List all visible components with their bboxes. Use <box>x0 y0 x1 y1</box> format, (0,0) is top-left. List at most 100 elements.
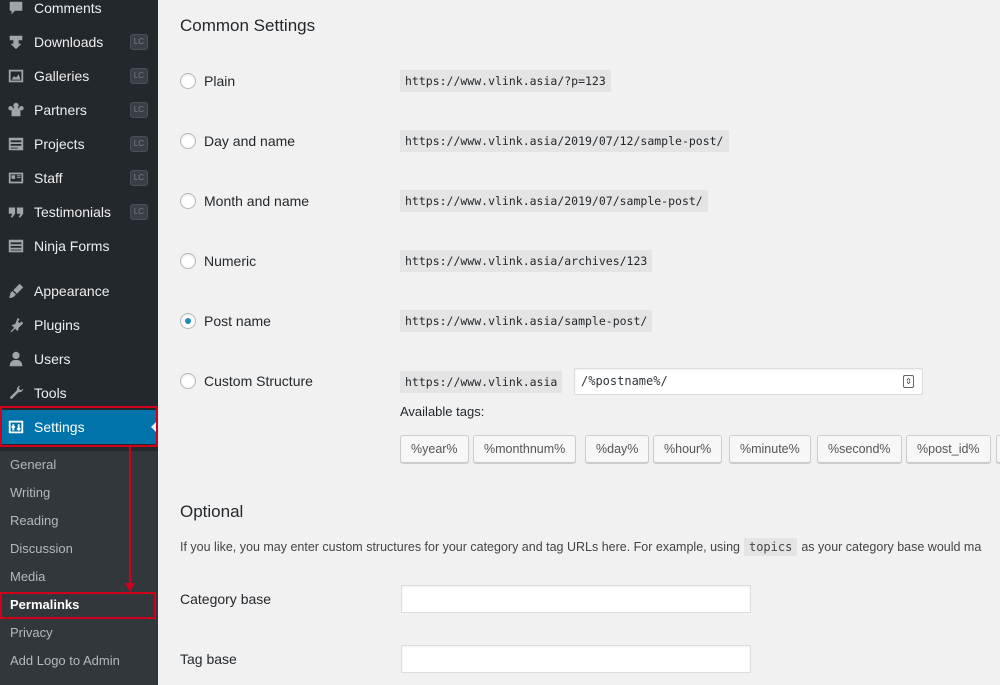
option-custom-structure[interactable]: Custom Structure <box>180 371 400 391</box>
menu-partners[interactable]: Partners LC <box>0 93 158 127</box>
forms-icon <box>6 236 26 256</box>
menu-projects[interactable]: Projects LC <box>0 127 158 161</box>
tag-more-button[interactable] <box>996 435 1000 463</box>
menu-label: Users <box>34 351 71 367</box>
menu-comments[interactable]: Comments <box>0 0 158 25</box>
menu-label: Comments <box>34 0 102 16</box>
available-tags-label: Available tags: <box>400 404 485 419</box>
example-url: https://www.vlink.asia/2019/07/12/sample… <box>400 130 729 152</box>
menu-label: Downloads <box>34 34 104 50</box>
menu-label: Testimonials <box>34 204 112 220</box>
tag-hour-button[interactable]: %hour% <box>653 435 723 463</box>
menu-plugins[interactable]: Plugins <box>0 308 158 342</box>
tag-base-label: Tag base <box>180 651 237 667</box>
downloads-icon <box>6 32 26 52</box>
lc-badge: LC <box>129 136 148 152</box>
custom-structure-prefix: https://www.vlink.asia <box>400 371 563 393</box>
tag-base-input[interactable] <box>401 645 751 673</box>
radio-numeric[interactable] <box>180 253 196 269</box>
input-helper-icon[interactable]: ⇕ <box>903 375 914 388</box>
category-base-input[interactable] <box>401 585 751 613</box>
menu-users[interactable]: Users <box>0 342 158 376</box>
tag-year-button[interactable]: %year% <box>400 435 469 463</box>
submenu-permalinks[interactable]: Permalinks <box>0 591 158 619</box>
submenu-add-logo[interactable]: Add Logo to Admin <box>0 647 158 675</box>
submenu-privacy[interactable]: Privacy <box>0 619 158 647</box>
menu-testimonials[interactable]: Testimonials LC <box>0 195 158 229</box>
radio-custom-structure[interactable] <box>180 373 196 389</box>
option-day-name[interactable]: Day and name <box>180 131 400 151</box>
example-url: https://www.vlink.asia/2019/07/sample-po… <box>400 190 708 212</box>
menu-label: Galleries <box>34 68 90 84</box>
partners-icon <box>6 100 26 120</box>
option-post-name[interactable]: Post name <box>180 311 400 331</box>
menu-label: Staff <box>34 170 63 186</box>
menu-downloads[interactable]: Downloads LC <box>0 25 158 59</box>
menu-appearance[interactable]: Appearance <box>0 274 158 308</box>
menu-label: Plugins <box>34 317 80 333</box>
option-label: Post name <box>204 313 271 329</box>
tag-day-button[interactable]: %day% <box>585 435 650 463</box>
example-url: https://www.vlink.asia/?p=123 <box>400 70 611 92</box>
annotation-arrow-line <box>129 447 131 584</box>
menu-label: Ninja Forms <box>34 238 110 254</box>
lc-badge: LC <box>129 68 148 84</box>
tools-icon <box>6 383 26 403</box>
menu-label: Appearance <box>34 283 110 299</box>
radio-month-name[interactable] <box>180 193 196 209</box>
desc-text-before: If you like, you may enter custom struct… <box>180 540 740 554</box>
custom-structure-input[interactable]: /%postname%/ ⇕ <box>574 368 923 395</box>
radio-plain[interactable] <box>180 73 196 89</box>
desc-code-topics: topics <box>743 538 798 556</box>
appearance-icon <box>6 281 26 301</box>
option-month-name[interactable]: Month and name <box>180 191 400 211</box>
menu-tools[interactable]: Tools <box>0 376 158 410</box>
plugins-icon <box>6 315 26 335</box>
menu-label: Settings <box>34 419 85 435</box>
staff-icon <box>6 168 26 188</box>
lc-badge: LC <box>129 204 148 220</box>
menu-label: Partners <box>34 102 87 118</box>
submenu-reading[interactable]: Reading <box>0 507 158 535</box>
menu-galleries[interactable]: Galleries LC <box>0 59 158 93</box>
category-base-label: Category base <box>180 591 272 607</box>
submenu-writing[interactable]: Writing <box>0 479 158 507</box>
lc-badge: LC <box>129 34 148 50</box>
option-numeric[interactable]: Numeric <box>180 251 400 271</box>
custom-structure-value: /%postname%/ <box>581 374 668 388</box>
option-label: Numeric <box>204 253 257 269</box>
menu-label: Tools <box>34 385 67 401</box>
tag-second-button[interactable]: %second% <box>817 435 902 463</box>
option-label: Day and name <box>204 133 296 149</box>
lc-badge: LC <box>129 170 148 186</box>
option-plain[interactable]: Plain <box>180 71 400 91</box>
example-url: https://www.vlink.asia/sample-post/ <box>400 310 653 332</box>
example-url: https://www.vlink.asia/archives/123 <box>400 250 653 272</box>
menu-settings[interactable]: Settings <box>0 410 158 444</box>
menu-ninja-forms[interactable]: Ninja Forms <box>0 229 158 263</box>
lc-badge: LC <box>129 102 148 118</box>
optional-heading: Optional <box>180 502 244 521</box>
radio-post-name[interactable] <box>180 313 196 329</box>
submenu-discussion[interactable]: Discussion <box>0 535 158 563</box>
annotation-arrow-head-icon <box>125 583 135 592</box>
comments-icon <box>6 0 26 18</box>
submenu-general[interactable]: General <box>0 451 158 479</box>
radio-day-name[interactable] <box>180 133 196 149</box>
tag-minute-button[interactable]: %minute% <box>729 435 811 463</box>
settings-submenu: General Writing Reading Discussion Media… <box>0 451 158 685</box>
option-label: Plain <box>204 73 236 89</box>
option-label: Custom Structure <box>204 373 313 389</box>
menu-label: Projects <box>34 136 85 152</box>
common-settings-heading: Common Settings <box>180 16 316 35</box>
tag-post-id-button[interactable]: %post_id% <box>906 435 991 463</box>
galleries-icon <box>6 66 26 86</box>
menu-staff[interactable]: Staff LC <box>0 161 158 195</box>
permalink-settings-panel: Common Settings Plain https://www.vlink.… <box>158 0 1000 685</box>
users-icon <box>6 349 26 369</box>
tag-monthnum-button[interactable]: %monthnum% <box>473 435 577 463</box>
testimonials-icon <box>6 202 26 222</box>
settings-icon <box>6 417 26 437</box>
optional-description: If you like, you may enter custom struct… <box>180 538 981 556</box>
projects-icon <box>6 134 26 154</box>
